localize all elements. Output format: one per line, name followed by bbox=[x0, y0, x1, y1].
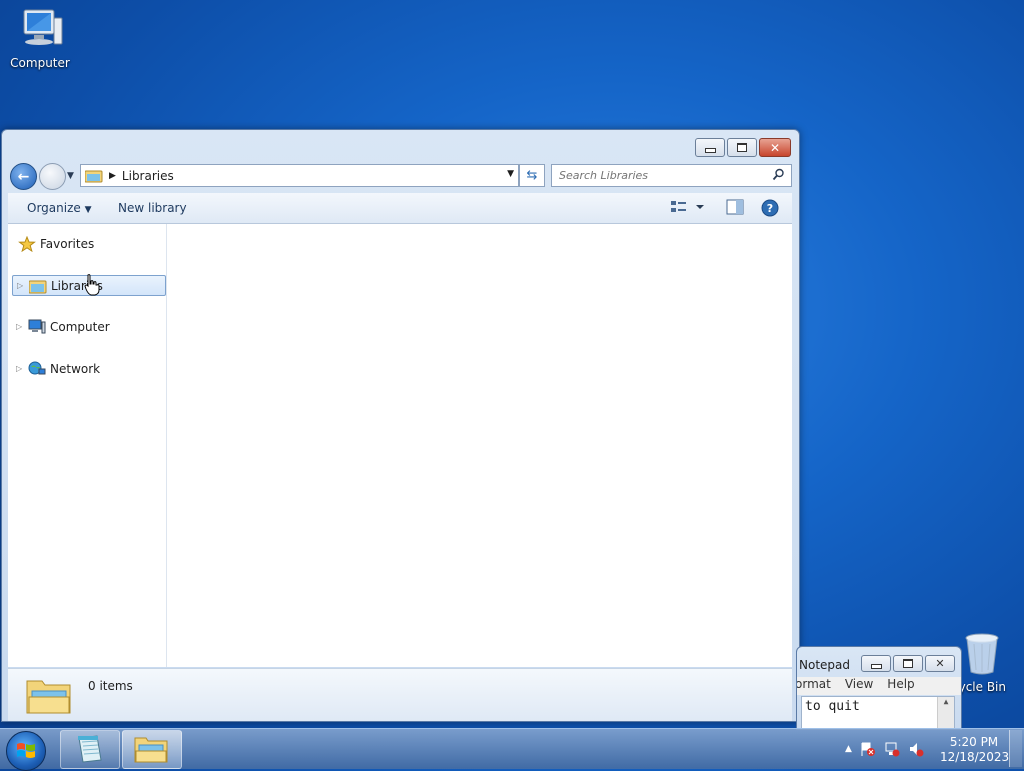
close-icon: ✕ bbox=[769, 140, 781, 155]
notepad-minimize-button[interactable] bbox=[861, 655, 891, 672]
minimize-icon bbox=[704, 147, 716, 153]
menu-view[interactable]: View bbox=[845, 677, 873, 695]
help-button[interactable]: ? bbox=[761, 199, 779, 220]
clock-time: 5:20 PM bbox=[949, 735, 999, 749]
taskbar-notepad-button[interactable] bbox=[60, 730, 120, 769]
libraries-icon bbox=[85, 170, 103, 182]
nav-item-network[interactable]: ▷ Network bbox=[12, 359, 164, 378]
refresh-icon: ⇆ bbox=[526, 168, 538, 183]
change-view-button[interactable] bbox=[670, 199, 706, 218]
close-button[interactable]: ✕ bbox=[759, 138, 791, 157]
nav-item-label: Network bbox=[50, 361, 101, 376]
computer-icon bbox=[16, 8, 64, 52]
preview-pane-icon bbox=[726, 199, 744, 215]
notepad-maximize-button[interactable] bbox=[893, 655, 923, 672]
notepad-title: Notepad bbox=[799, 658, 850, 672]
search-icon[interactable] bbox=[772, 168, 785, 181]
notepad-icon bbox=[78, 735, 102, 763]
breadcrumb-separator-icon[interactable]: ▶ bbox=[109, 171, 116, 181]
clock-date: 12/18/2023 bbox=[940, 750, 1010, 764]
expand-arrow-icon[interactable]: ▷ bbox=[16, 322, 26, 331]
recycle-bin-icon bbox=[958, 632, 1006, 676]
network-status-icon[interactable] bbox=[884, 741, 900, 757]
new-library-button[interactable]: New library bbox=[118, 201, 187, 215]
maximize-button[interactable] bbox=[727, 138, 757, 157]
start-button[interactable] bbox=[6, 731, 46, 771]
desktop-icon-computer[interactable]: Computer bbox=[0, 8, 80, 70]
computer-icon bbox=[28, 319, 46, 333]
chevron-down-icon: ▼ bbox=[84, 205, 92, 215]
menu-help[interactable]: Help bbox=[887, 677, 914, 695]
notepad-close-button[interactable]: ✕ bbox=[925, 655, 955, 672]
show-desktop-button[interactable] bbox=[1009, 730, 1022, 767]
close-icon: ✕ bbox=[935, 657, 945, 670]
expand-arrow-icon[interactable]: ▷ bbox=[17, 281, 27, 290]
file-list-area[interactable] bbox=[167, 224, 792, 667]
libraries-folder-icon bbox=[26, 680, 71, 714]
vertical-scrollbar[interactable]: ▲ bbox=[937, 697, 954, 729]
svg-text:?: ? bbox=[767, 202, 773, 215]
nav-item-favorites[interactable]: Favorites bbox=[12, 234, 164, 253]
address-dropdown-icon[interactable]: ▼ bbox=[507, 169, 514, 179]
hand-cursor-icon bbox=[84, 274, 100, 296]
recent-pages-dropdown[interactable]: ▼ bbox=[67, 171, 74, 181]
show-hidden-icons-icon[interactable]: ▲ bbox=[845, 744, 852, 754]
minimize-icon bbox=[870, 663, 882, 669]
explorer-window[interactable]: ✕ ← ▼ ▶ Libraries ▼ ⇆ Organize ▼ New lib… bbox=[1, 129, 800, 722]
details-pane: 0 items bbox=[8, 668, 792, 721]
libraries-folder-icon bbox=[134, 737, 168, 763]
volume-muted-icon[interactable] bbox=[908, 741, 924, 757]
windows-logo-icon bbox=[17, 743, 35, 758]
notepad-menu-bar: ormat View Help bbox=[797, 677, 961, 695]
nav-item-label: Favorites bbox=[40, 236, 95, 251]
view-options-icon bbox=[671, 201, 704, 212]
system-clock[interactable]: 5:20 PM 12/18/2023 bbox=[940, 735, 1010, 765]
item-count: 0 items bbox=[88, 679, 133, 693]
preview-pane-button[interactable] bbox=[726, 199, 744, 218]
refresh-button[interactable]: ⇆ bbox=[519, 164, 545, 187]
navigation-bar: ← ▼ ▶ Libraries ▼ ⇆ bbox=[10, 163, 792, 190]
libraries-icon bbox=[29, 280, 47, 293]
help-icon: ? bbox=[761, 199, 779, 217]
notepad-window-controls: ✕ bbox=[861, 655, 955, 672]
minimize-button[interactable] bbox=[695, 138, 725, 157]
action-center-flag-icon[interactable] bbox=[860, 741, 876, 757]
network-icon bbox=[28, 361, 46, 374]
star-icon bbox=[18, 235, 36, 252]
search-box[interactable] bbox=[551, 164, 792, 187]
expand-arrow-icon[interactable]: ▷ bbox=[16, 364, 26, 373]
search-input[interactable] bbox=[557, 168, 766, 183]
back-button[interactable]: ← bbox=[10, 163, 37, 190]
notification-area: ▲ bbox=[845, 741, 924, 757]
maximize-icon bbox=[903, 659, 913, 668]
command-bar: Organize ▼ New library ? bbox=[8, 193, 792, 224]
organize-label: Organize bbox=[27, 201, 81, 215]
address-bar[interactable]: ▶ Libraries ▼ bbox=[80, 164, 519, 187]
content-area: Favorites ▷ Libraries ▷ Computer ▷ Netwo… bbox=[8, 224, 792, 667]
back-arrow-icon: ← bbox=[17, 168, 30, 185]
window-controls: ✕ bbox=[695, 138, 791, 157]
organize-button[interactable]: Organize ▼ bbox=[27, 201, 92, 215]
menu-format[interactable]: ormat bbox=[797, 677, 831, 695]
forward-button[interactable] bbox=[39, 163, 66, 190]
nav-item-computer[interactable]: ▷ Computer bbox=[12, 317, 164, 336]
notepad-text-area[interactable]: to quit ▲ bbox=[801, 696, 955, 729]
taskbar-explorer-button[interactable] bbox=[122, 730, 182, 769]
maximize-icon bbox=[737, 143, 747, 152]
taskbar: ▲ 5:20 PM 12/18/2023 bbox=[0, 728, 1024, 771]
breadcrumb-libraries[interactable]: Libraries bbox=[122, 169, 174, 183]
notepad-text: to quit bbox=[805, 699, 860, 714]
nav-item-label: Computer bbox=[50, 319, 110, 334]
notepad-window[interactable]: Notepad ✕ ormat View Help to quit ▲ bbox=[796, 646, 962, 730]
scroll-up-icon[interactable]: ▲ bbox=[944, 697, 949, 706]
desktop-icon-label: Computer bbox=[10, 56, 70, 70]
